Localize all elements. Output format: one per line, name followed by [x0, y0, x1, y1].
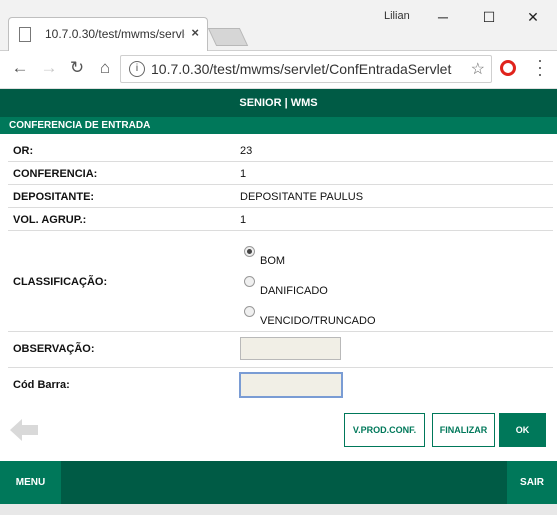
radio-vencido-truncado[interactable]	[244, 306, 255, 317]
close-window-button[interactable]: ✕	[516, 6, 550, 28]
field-row-vol-agrup: VOL. AGRUP.: 1	[8, 208, 553, 231]
window-bottom-edge	[0, 504, 557, 515]
home-icon[interactable]: ⌂	[94, 57, 116, 79]
field-label: VOL. AGRUP.:	[13, 214, 87, 226]
observacao-label: OBSERVAÇÃO:	[13, 343, 95, 355]
browser-tab[interactable]: 10.7.0.30/test/mwms/servlet/ConfEntradaS…	[8, 17, 208, 51]
maximize-button[interactable]: ☐	[472, 6, 506, 28]
menu-button[interactable]: MENU	[0, 461, 61, 504]
back-arrow-icon[interactable]	[8, 416, 40, 444]
section-title: CONFERENCIA DE ENTRADA	[0, 117, 557, 134]
field-label: DEPOSITANTE:	[13, 191, 95, 203]
footer-bar: MENU SAIR	[0, 461, 557, 504]
field-value: 23	[240, 145, 253, 157]
back-icon[interactable]: ←	[9, 57, 31, 79]
field-value: DEPOSITANTE PAULUS	[240, 191, 364, 203]
browser-menu-icon[interactable]: · · ·	[535, 51, 545, 83]
vprod-conf-button[interactable]: V.PROD.CONF.	[344, 413, 425, 447]
field-label: CONFERENCIA:	[13, 168, 98, 180]
cod-barra-label: Cód Barra:	[13, 379, 70, 391]
ok-button[interactable]: OK	[499, 413, 546, 447]
reload-icon[interactable]: ↻	[66, 57, 88, 79]
tab-title: 10.7.0.30/test/mwms/servlet/ConfEntradaS…	[45, 27, 185, 41]
bookmark-star-icon[interactable]: ☆	[471, 59, 485, 79]
radio-danificado[interactable]	[244, 276, 255, 287]
observacao-input[interactable]	[240, 337, 341, 360]
url-text[interactable]: 10.7.0.30/test/mwms/servlet/ConfEntradaS…	[151, 61, 451, 77]
field-row-depositante: DEPOSITANTE: DEPOSITANTE PAULUS	[8, 185, 553, 208]
field-row-or: OR: 23	[8, 140, 553, 162]
page-icon	[19, 27, 31, 42]
field-value: 1	[240, 214, 247, 226]
app-header: SENIOR | WMS	[0, 89, 557, 117]
address-toolbar: ← → ↻ ⌂ i 10.7.0.30/test/mwms/servlet/Co…	[0, 51, 557, 89]
new-tab-button[interactable]	[207, 28, 249, 46]
radio-label-bom[interactable]: BOM	[260, 255, 285, 267]
field-label: OR:	[13, 145, 34, 157]
forward-icon[interactable]: →	[38, 57, 60, 79]
radio-bom[interactable]	[244, 246, 255, 257]
sair-button[interactable]: SAIR	[507, 461, 557, 504]
opera-extension-icon[interactable]	[500, 60, 516, 76]
profile-name[interactable]: Lilian	[384, 10, 410, 22]
minimize-button[interactable]: ─	[426, 6, 460, 28]
radio-label-danificado[interactable]: DANIFICADO	[260, 285, 328, 297]
browser-titlebar: 10.7.0.30/test/mwms/servlet/ConfEntradaS…	[0, 0, 557, 51]
radio-label-vencido-truncado[interactable]: VENCIDO/TRUNCADO	[260, 315, 376, 327]
field-row-conferencia: CONFERENCIA: 1	[8, 162, 553, 185]
finalizar-button[interactable]: FINALIZAR	[432, 413, 495, 447]
site-info-icon[interactable]: i	[129, 61, 145, 77]
cod-barra-input[interactable]	[239, 372, 343, 398]
url-bar[interactable]: i 10.7.0.30/test/mwms/servlet/ConfEntrad…	[120, 55, 492, 83]
classificacao-label: CLASSIFICAÇÃO:	[13, 276, 108, 288]
field-value: 1	[240, 168, 247, 180]
tab-close-icon[interactable]: ×	[191, 25, 199, 40]
